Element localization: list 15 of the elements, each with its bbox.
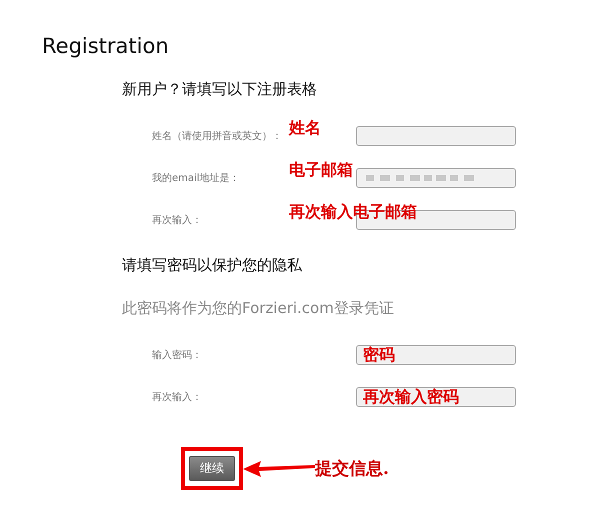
section-heading: 新用户？请填写以下注册表格 xyxy=(122,80,318,99)
continue-button[interactable]: 继续 xyxy=(189,456,235,481)
input-field[interactable] xyxy=(356,126,516,146)
field-label: 再次输入： xyxy=(152,390,203,404)
annotation-text: 姓名 xyxy=(289,118,321,139)
annotation-text: 再次输入电子邮箱 xyxy=(289,202,417,223)
field-label: 再次输入： xyxy=(152,214,203,226)
note-text: 此密码将作为您的Forzieri.com登录凭证 xyxy=(122,299,395,318)
annotation-text: 提交信息. xyxy=(315,458,389,480)
field-label: 姓名（请使用拼音或英文）： xyxy=(152,130,283,142)
annotation-text: 电子邮箱 xyxy=(289,160,353,181)
field-label: 输入密码： xyxy=(152,348,203,362)
field-label: 我的email地址是： xyxy=(152,172,241,184)
section-heading: 请填写密码以保护您的隐私 xyxy=(122,256,303,275)
page-title: Registration xyxy=(42,34,170,58)
